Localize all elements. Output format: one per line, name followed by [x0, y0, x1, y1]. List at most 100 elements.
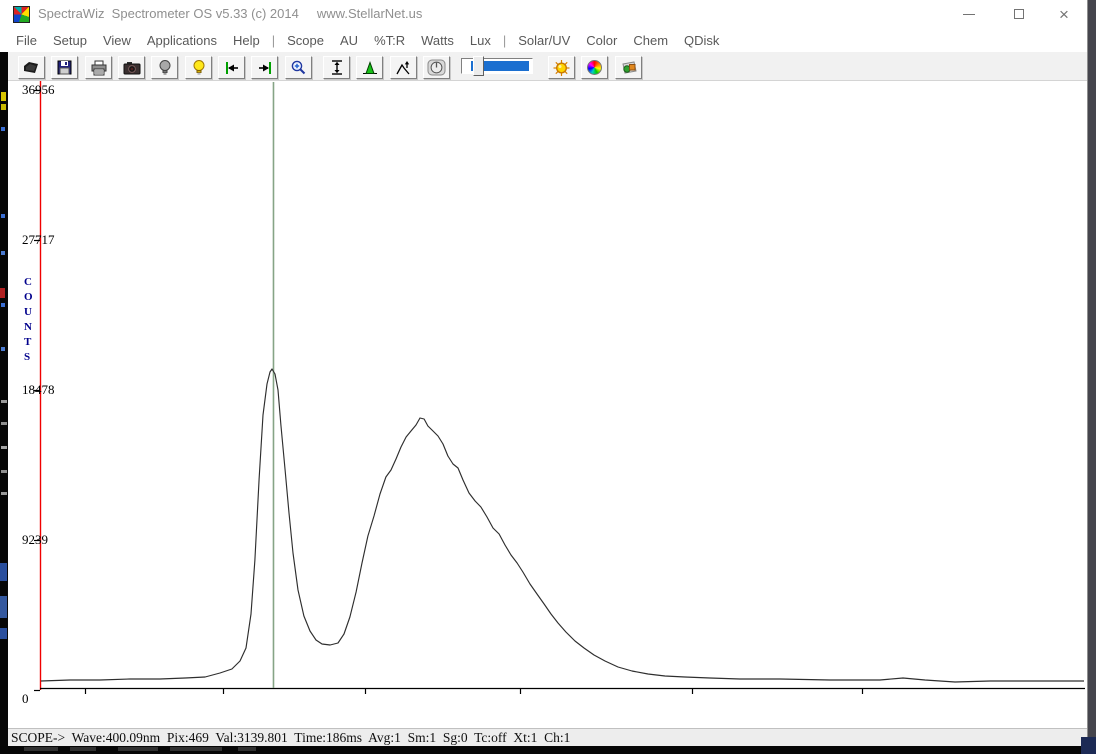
minimize-button[interactable]	[952, 0, 986, 28]
close-button[interactable]: ×	[1047, 0, 1081, 28]
menu-bar: FileSetupViewApplicationsHelp|ScopeAU%T:…	[2, 28, 1087, 52]
color-samples-icon	[619, 59, 638, 76]
menu-item-file[interactable]: File	[8, 30, 45, 51]
desktop-sliver-fragment	[1, 492, 7, 495]
taskbar-remnant	[170, 747, 222, 751]
title-bar: SpectraWiz Spectrometer OS v5.33 (c) 201…	[0, 0, 1087, 28]
desktop-sliver-fragment	[1, 214, 5, 218]
timer-icon	[427, 59, 446, 76]
menu-separator: |	[499, 30, 510, 51]
print-button[interactable]	[85, 56, 112, 79]
y-autoscale-icon	[329, 59, 345, 76]
sun-icon	[552, 59, 571, 77]
menu-item-color[interactable]: Color	[578, 30, 625, 51]
peak-hold-button[interactable]	[390, 56, 417, 79]
desktop-strip-right	[1087, 0, 1096, 754]
exposure-slider[interactable]	[461, 58, 533, 74]
chart-canvas	[8, 81, 1096, 754]
counts-axis-label-letter: T	[24, 336, 31, 348]
print-icon	[90, 60, 108, 76]
menu-item-applications[interactable]: Applications	[139, 30, 225, 51]
app-window: SpectraWiz Spectrometer OS v5.33 (c) 201…	[0, 0, 1096, 754]
counts-axis-label-letter: O	[24, 291, 33, 303]
taskbar-accent	[1081, 737, 1096, 754]
desktop-sliver-fragment	[1, 251, 5, 255]
menu-item-solar-uv[interactable]: Solar/UV	[510, 30, 578, 51]
taskbar-remnant	[118, 747, 158, 751]
menu-item-chem[interactable]: Chem	[625, 30, 676, 51]
menu-item-setup[interactable]: Setup	[45, 30, 95, 51]
limit-left-icon	[223, 60, 241, 76]
camera-button[interactable]	[118, 56, 145, 79]
color-samples-button[interactable]	[615, 56, 642, 79]
plot-area[interactable]: Wavelength in Nanometers 300400500600700…	[8, 81, 1087, 728]
desktop-sliver-fragment	[0, 563, 7, 581]
desktop-sliver-fragment	[1, 104, 6, 110]
desktop-sliver-fragment	[1, 303, 5, 307]
menu-separator: |	[268, 30, 279, 51]
lamp-on-button[interactable]	[185, 56, 212, 79]
counts-axis-label-letter: U	[24, 306, 32, 318]
maximize-icon	[1014, 9, 1024, 19]
desktop-sliver-fragment	[0, 628, 7, 639]
status-bar: SCOPE-> Wave:400.09nm Pix:469 Val:3139.8…	[8, 728, 1096, 746]
y-autoscale-button[interactable]	[323, 56, 350, 79]
color-ball-icon	[587, 60, 602, 75]
menu-item-au[interactable]: AU	[332, 30, 366, 51]
close-icon: ×	[1059, 6, 1069, 23]
spectrum-curve	[41, 369, 1084, 682]
sun-button[interactable]	[548, 56, 575, 79]
desktop-sliver-fragment	[1, 446, 7, 449]
taskbar-remnant	[238, 747, 256, 751]
y-tick-label: 0	[22, 691, 29, 707]
toolbar	[8, 52, 1087, 81]
menu-item-watts[interactable]: Watts	[413, 30, 462, 51]
y-tick-label: 18478	[22, 382, 55, 398]
menu-item-scope[interactable]: Scope	[279, 30, 332, 51]
spectrum-peak-icon	[361, 60, 379, 76]
menu-item-help[interactable]: Help	[225, 30, 268, 51]
limit-left-button[interactable]	[218, 56, 245, 79]
lamp-off-button[interactable]	[151, 56, 178, 79]
open-file-icon	[22, 60, 41, 76]
y-tick-label: 27717	[22, 232, 55, 248]
taskbar-remnant	[70, 747, 96, 751]
menu-item--t-r[interactable]: %T:R	[366, 30, 413, 51]
y-tick-label: 9239	[22, 532, 48, 548]
camera-icon	[123, 60, 141, 76]
zoom-in-icon	[290, 59, 307, 76]
menu-item-qdisk[interactable]: QDisk	[676, 30, 727, 51]
desktop-sliver-fragment	[1, 400, 7, 403]
desktop-sliver-fragment	[1, 127, 5, 131]
desktop-sliver-fragment	[1, 347, 5, 351]
timer-button[interactable]	[423, 56, 450, 79]
window-title: SpectraWiz Spectrometer OS v5.33 (c) 201…	[38, 6, 422, 21]
limit-right-button[interactable]	[251, 56, 278, 79]
desktop-strip-left	[0, 52, 8, 754]
counts-axis-label-letter: S	[24, 351, 30, 363]
counts-axis-label-letter: C	[24, 276, 32, 288]
limit-right-icon	[256, 60, 274, 76]
y-tick-label: 36956	[22, 82, 55, 98]
open-file-button[interactable]	[18, 56, 45, 79]
color-ball-button[interactable]	[581, 56, 608, 79]
app-icon	[13, 6, 30, 23]
minimize-icon	[963, 14, 975, 15]
lamp-on-icon	[191, 59, 207, 76]
lamp-off-icon	[157, 59, 173, 76]
taskbar-strip	[0, 746, 1096, 754]
desktop-sliver-fragment	[1, 92, 6, 101]
zoom-in-button[interactable]	[285, 56, 312, 79]
spectrum-peak-button[interactable]	[356, 56, 383, 79]
taskbar-remnant	[24, 747, 58, 751]
exposure-slider-thumb[interactable]	[473, 56, 484, 76]
menu-item-lux[interactable]: Lux	[462, 30, 499, 51]
status-text: SCOPE-> Wave:400.09nm Pix:469 Val:3139.8…	[11, 730, 570, 746]
desktop-sliver-fragment	[0, 288, 5, 298]
desktop-sliver-fragment	[1, 470, 7, 473]
desktop-sliver-fragment	[1, 422, 7, 425]
menu-item-view[interactable]: View	[95, 30, 139, 51]
peak-hold-icon	[395, 60, 413, 76]
save-button[interactable]	[51, 56, 78, 79]
maximize-button[interactable]	[1002, 0, 1036, 28]
